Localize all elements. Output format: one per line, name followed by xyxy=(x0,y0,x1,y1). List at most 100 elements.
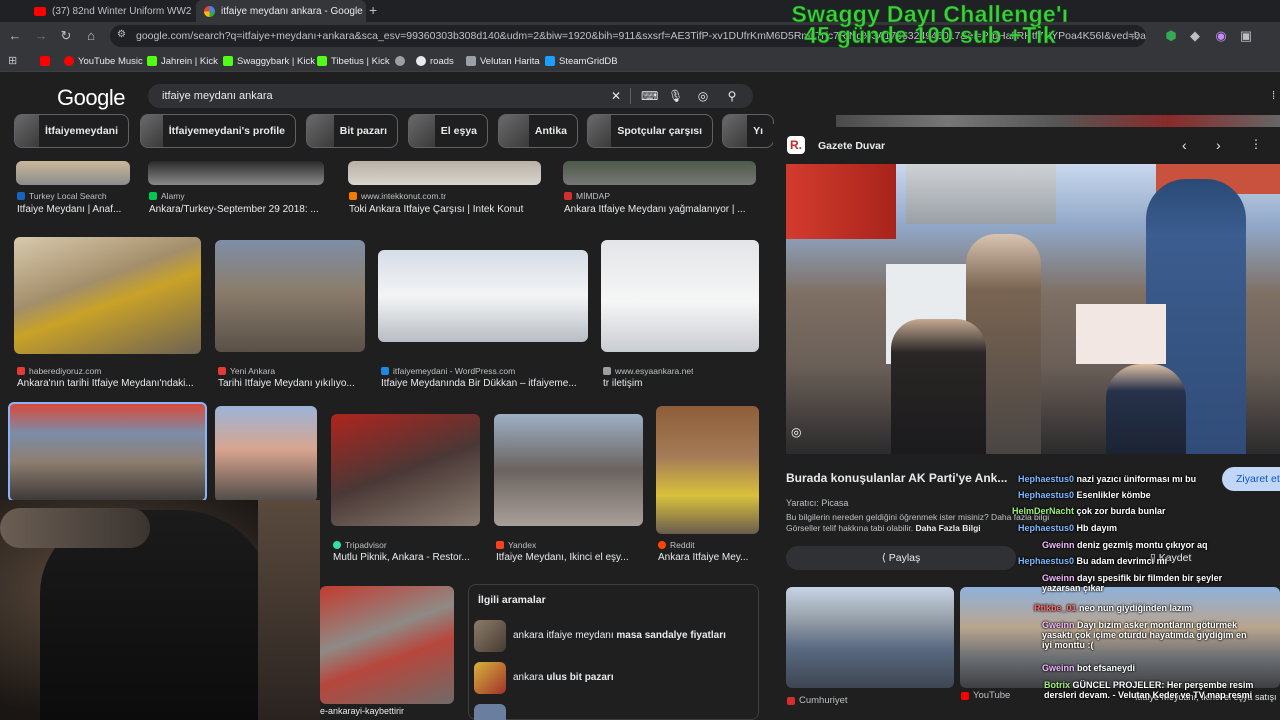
result-caption[interactable]: İtfaiye Meydanı, İkinci el eşy... xyxy=(496,552,641,563)
result-caption[interactable]: Ankara'nın tarihi İtfaiye Meydanı'ndaki.… xyxy=(17,378,197,389)
bookmark-item[interactable]: Swaggybark | Kick xyxy=(223,54,315,68)
chat-message: HelmDerNacht çok zor burda bunlar xyxy=(1012,506,1166,516)
related-image[interactable] xyxy=(786,587,954,688)
next-icon[interactable]: › xyxy=(1216,137,1221,153)
result-caption[interactable]: İtfaiye Meydanında Bir Dükkan – itfaiyem… xyxy=(381,378,586,389)
image-result[interactable] xyxy=(14,237,201,354)
home-icon[interactable]: ⌂ xyxy=(82,27,100,45)
license-text: Görseller telif hakkına tabi olabilir. D… xyxy=(786,523,981,533)
kick-icon xyxy=(317,56,327,66)
extension-icon[interactable]: ◉ xyxy=(1212,27,1230,45)
forward-icon[interactable]: → xyxy=(32,27,50,45)
google-logo[interactable]: Google xyxy=(57,85,125,111)
chat-message: Gweinn dayı spesifik bir filmden bir şey… xyxy=(1042,573,1223,593)
chat-message: Gweinn Dayı bizim asker montlarını götür… xyxy=(1042,620,1247,650)
bookmark-item[interactable] xyxy=(395,54,405,68)
result-caption[interactable]: Ankara/Turkey-September 29 2018: ... xyxy=(149,204,329,215)
tattooed-arm xyxy=(0,508,150,548)
bookmark-label: Jahrein | Kick xyxy=(161,55,218,67)
chip[interactable]: Antika xyxy=(498,114,578,148)
site-favicon-icon xyxy=(17,192,25,200)
bookmark-star-icon[interactable]: ☆ xyxy=(1126,27,1144,45)
keyboard-icon[interactable]: ⌨ xyxy=(641,89,658,103)
image-result[interactable] xyxy=(563,161,756,185)
related-thumbnail xyxy=(474,662,506,694)
image-result[interactable] xyxy=(148,161,324,185)
share-button[interactable]: ⟨ Paylaş xyxy=(786,546,1016,570)
visit-button[interactable]: Ziyaret et xyxy=(1222,467,1280,491)
related-item[interactable]: ankara itfaiye meydanı masa sandalye fiy… xyxy=(513,630,726,641)
bookmark-item[interactable]: Tibetius | Kick xyxy=(317,54,390,68)
microphone-icon[interactable]: 🎙 xyxy=(668,89,683,103)
result-caption[interactable]: İtfaiye Meydanı | Anaf... xyxy=(17,204,137,215)
apps-grid-icon[interactable]: ⁞ xyxy=(1272,90,1275,102)
image-result[interactable] xyxy=(320,586,454,704)
result-caption[interactable]: Ankara İtfaiye Mey... xyxy=(658,552,758,563)
chip-row-strip xyxy=(836,115,1280,127)
clear-icon[interactable]: ✕ xyxy=(609,89,623,103)
bookmark-item[interactable] xyxy=(40,54,50,68)
webcam-overlay xyxy=(0,500,320,720)
site-info-icon[interactable]: ⚙ xyxy=(117,29,126,40)
back-icon[interactable]: ← xyxy=(6,27,24,45)
learn-more-link[interactable]: Daha Fazla Bilgi xyxy=(915,523,980,533)
chip[interactable]: El eşya xyxy=(408,114,488,148)
result-caption[interactable]: Toki Ankara İtfaiye Çarşısı | İntek Konu… xyxy=(349,204,549,215)
image-result-selected[interactable] xyxy=(8,402,207,502)
image-result[interactable] xyxy=(601,240,759,352)
extension-icon[interactable]: ◆ xyxy=(1186,27,1204,45)
chip[interactable]: İtfaiyemeydani xyxy=(14,114,129,148)
image-result[interactable] xyxy=(494,414,643,526)
bookmark-label: YouTube Music xyxy=(78,55,143,67)
chip-thumbnail xyxy=(723,115,748,147)
image-result[interactable] xyxy=(656,406,759,534)
chip[interactable]: Yı xyxy=(722,114,774,148)
panel-title[interactable]: Burada konuşulanlar AK Parti'ye Ank... xyxy=(786,471,1007,485)
result-caption[interactable]: tr iletişim xyxy=(603,378,753,389)
image-result[interactable] xyxy=(348,161,541,185)
prev-icon[interactable]: ‹ xyxy=(1182,137,1187,153)
related-item[interactable]: ankara ulus bit pazarı xyxy=(513,672,614,683)
extensions-puzzle-icon[interactable]: ▣ xyxy=(1237,27,1255,45)
chat-message: Hephaestus0 nazi yazıcı üniforması mı bu xyxy=(1018,474,1197,484)
extension-shield-icon[interactable]: ⬢ xyxy=(1162,27,1180,45)
lens-icon[interactable]: ◎ xyxy=(791,425,801,439)
new-tab-button[interactable]: + xyxy=(369,2,377,18)
more-icon[interactable]: ⋮ xyxy=(1250,137,1262,151)
tab-google[interactable]: itfaiye meydanı ankara - Google ✕ xyxy=(196,0,366,22)
bookmark-label: Swaggybark | Kick xyxy=(237,55,315,67)
preview-image[interactable] xyxy=(786,164,1280,454)
tab-youtube[interactable]: (37) 82nd Winter Uniform WW2 ✕ xyxy=(26,0,196,22)
apps-grid-icon[interactable]: ⊞ xyxy=(8,54,17,67)
result-source: Yeni Ankara xyxy=(218,366,275,376)
image-result[interactable] xyxy=(378,250,588,342)
chip[interactable]: İtfaiyemeydani's profile xyxy=(140,114,296,148)
creator-text: Yaratıcı: Picasa xyxy=(786,498,849,508)
reddit-icon xyxy=(658,541,666,549)
bookmark-item[interactable]: YouTube Music xyxy=(64,54,143,68)
image-result[interactable] xyxy=(215,240,365,352)
image-result[interactable] xyxy=(16,161,130,185)
result-caption[interactable]: Mutlu Piknik, Ankara - Restor... xyxy=(333,552,478,563)
image-result[interactable] xyxy=(215,406,317,502)
bookmark-item[interactable]: roads xyxy=(416,54,454,68)
chip[interactable]: Spotçular çarşısı xyxy=(587,114,713,148)
chip[interactable]: Bit pazarı xyxy=(306,114,398,148)
result-caption[interactable]: e-ankarayi-kaybettirir xyxy=(320,706,454,716)
result-caption[interactable]: Tarihi İtfaiye Meydanı yıkılıyo... xyxy=(218,378,363,389)
share-icon: ⟨ xyxy=(881,552,889,564)
related-searches: İlgili aramalar ankara itfaiye meydanı m… xyxy=(468,584,759,720)
bookmark-item[interactable]: Jahrein | Kick xyxy=(147,54,218,68)
result-caption[interactable]: Ankara İtfaiye Meydanı yağmalanıyor | ..… xyxy=(564,204,764,215)
chip-thumbnail xyxy=(307,115,334,147)
panel-source[interactable]: Gazete Duvar xyxy=(818,140,885,152)
bookmark-item[interactable]: Velutan Harita xyxy=(466,54,540,68)
search-input[interactable]: itfaiye meydanı ankara xyxy=(148,84,753,108)
reload-icon[interactable]: ↻ xyxy=(57,27,75,45)
lens-icon[interactable]: ◎ xyxy=(696,89,710,103)
search-icon[interactable]: ⚲ xyxy=(725,89,739,103)
result-source: www.esyaankara.net xyxy=(603,366,693,376)
related-thumbnail xyxy=(474,620,506,652)
image-result[interactable] xyxy=(331,414,480,526)
bookmark-item[interactable]: SteamGridDB xyxy=(545,54,618,68)
